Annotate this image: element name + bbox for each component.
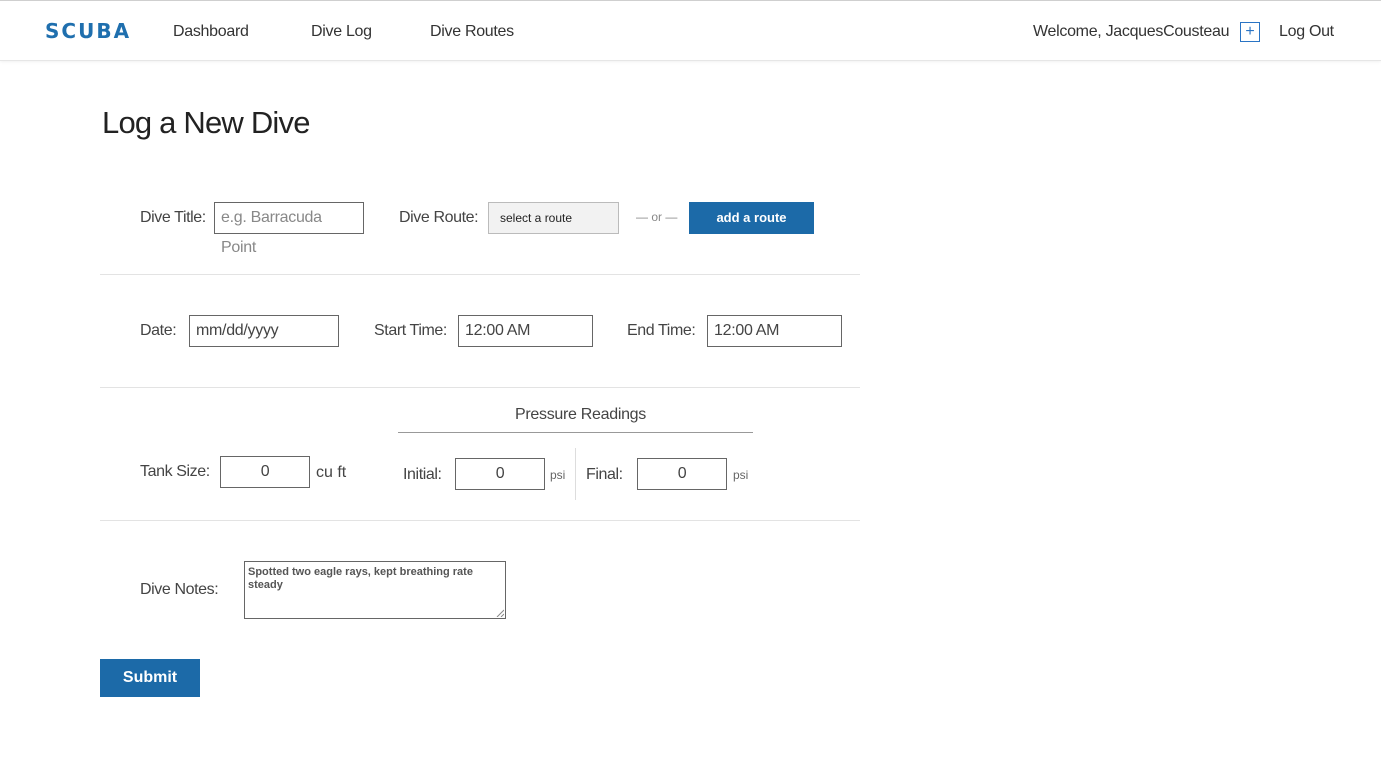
- tank-size-label: Tank Size:: [140, 463, 210, 480]
- nav-dive-routes[interactable]: Dive Routes: [430, 23, 514, 41]
- logo[interactable]: SCUBA: [45, 19, 131, 43]
- dive-route-select[interactable]: select a route: [488, 202, 619, 234]
- pressure-separator: [575, 448, 576, 500]
- tank-size-input[interactable]: 0: [220, 456, 310, 488]
- pressure-underline: [398, 432, 753, 433]
- nav-dive-log[interactable]: Dive Log: [311, 23, 372, 41]
- add-route-button[interactable]: add a route: [689, 202, 814, 234]
- dive-notes-textarea[interactable]: Spotted two eagle rays, kept breathing r…: [244, 561, 506, 619]
- final-pressure-label: Final:: [586, 466, 623, 483]
- resize-grip-icon[interactable]: [496, 609, 504, 617]
- logout-link[interactable]: Log Out: [1279, 23, 1334, 41]
- submit-button[interactable]: Submit: [100, 659, 200, 697]
- nav-dashboard[interactable]: Dashboard: [173, 23, 249, 41]
- pressure-readings-heading: Pressure Readings: [515, 406, 646, 423]
- initial-pressure-input[interactable]: 0: [455, 458, 545, 490]
- tank-size-unit: cu ft: [316, 464, 347, 481]
- page-title: Log a New Dive: [102, 105, 310, 140]
- dive-notes-text: Spotted two eagle rays, kept breathing r…: [248, 566, 473, 591]
- or-separator: — or —: [636, 210, 678, 224]
- initial-pressure-unit: psi: [550, 468, 566, 482]
- final-pressure-input[interactable]: 0: [637, 458, 727, 490]
- divider: [100, 520, 860, 521]
- date-label: Date:: [140, 322, 177, 339]
- date-input[interactable]: mm/dd/yyyy: [189, 315, 339, 347]
- start-time-label: Start Time:: [374, 322, 447, 339]
- plus-square-icon[interactable]: +: [1240, 22, 1260, 42]
- dive-title-label: Dive Title:: [140, 209, 206, 226]
- start-time-input[interactable]: 12:00 AM: [458, 315, 593, 347]
- dive-route-label: Dive Route:: [399, 209, 479, 226]
- divider: [100, 387, 860, 388]
- end-time-input[interactable]: 12:00 AM: [707, 315, 842, 347]
- top-navbar: SCUBA Dashboard Dive Log Dive Routes Wel…: [0, 0, 1381, 61]
- final-pressure-unit: psi: [733, 468, 749, 482]
- end-time-label: End Time:: [627, 322, 696, 339]
- welcome-text: Welcome, JacquesCousteau: [1033, 23, 1230, 40]
- dive-title-input[interactable]: e.g. Barracuda Point: [214, 202, 364, 256]
- divider: [100, 274, 860, 275]
- dive-notes-label: Dive Notes:: [140, 581, 219, 598]
- initial-pressure-label: Initial:: [403, 466, 442, 483]
